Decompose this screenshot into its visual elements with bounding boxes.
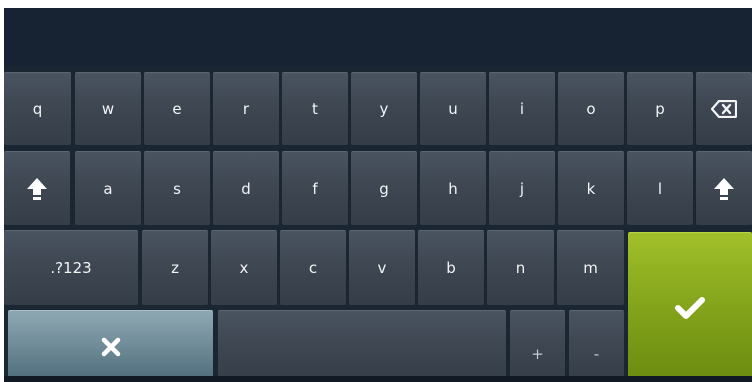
- shift-right-key[interactable]: [696, 151, 752, 225]
- key-e[interactable]: e: [144, 72, 210, 145]
- key-m[interactable]: m: [557, 230, 624, 305]
- key-n[interactable]: n: [487, 230, 554, 305]
- onscreen-keyboard: q w e r t y u i o p a s d f g h j k l .?…: [4, 66, 752, 382]
- cancel-button[interactable]: [8, 310, 213, 382]
- screen-frame: q w e r t y u i o p a s d f g h j k l .?…: [0, 0, 752, 382]
- key-o[interactable]: o: [558, 72, 624, 145]
- plus-key[interactable]: +: [510, 310, 565, 382]
- key-k[interactable]: k: [558, 151, 624, 225]
- shift-icon: [26, 177, 48, 201]
- space-key[interactable]: [218, 310, 506, 382]
- checkmark-icon: [675, 296, 705, 320]
- key-l[interactable]: l: [627, 151, 693, 225]
- key-x[interactable]: x: [211, 230, 277, 305]
- key-f[interactable]: f: [282, 151, 348, 225]
- key-s[interactable]: s: [144, 151, 210, 225]
- key-q[interactable]: q: [4, 72, 71, 145]
- key-g[interactable]: g: [351, 151, 417, 225]
- key-d[interactable]: d: [213, 151, 279, 225]
- close-icon: [101, 337, 121, 357]
- key-t[interactable]: t: [282, 72, 348, 145]
- key-i[interactable]: i: [489, 72, 555, 145]
- key-z[interactable]: z: [142, 230, 208, 305]
- shift-left-key[interactable]: [4, 151, 70, 225]
- accept-button[interactable]: [628, 232, 752, 382]
- key-y[interactable]: y: [351, 72, 417, 145]
- backspace-key[interactable]: [696, 72, 752, 145]
- key-w[interactable]: w: [75, 72, 141, 145]
- key-b[interactable]: b: [418, 230, 484, 305]
- shift-icon: [713, 177, 735, 201]
- key-a[interactable]: a: [75, 151, 141, 225]
- key-r[interactable]: r: [213, 72, 279, 145]
- backspace-icon: [711, 100, 737, 118]
- key-c[interactable]: c: [280, 230, 346, 305]
- key-u[interactable]: u: [420, 72, 486, 145]
- key-h[interactable]: h: [420, 151, 486, 225]
- key-j[interactable]: j: [489, 151, 555, 225]
- minus-key[interactable]: -: [569, 310, 624, 382]
- key-p[interactable]: p: [627, 72, 693, 145]
- input-display-area: [4, 8, 752, 74]
- key-v[interactable]: v: [349, 230, 415, 305]
- bottom-bezel: [4, 376, 752, 382]
- symbols-key[interactable]: .?123: [4, 230, 138, 305]
